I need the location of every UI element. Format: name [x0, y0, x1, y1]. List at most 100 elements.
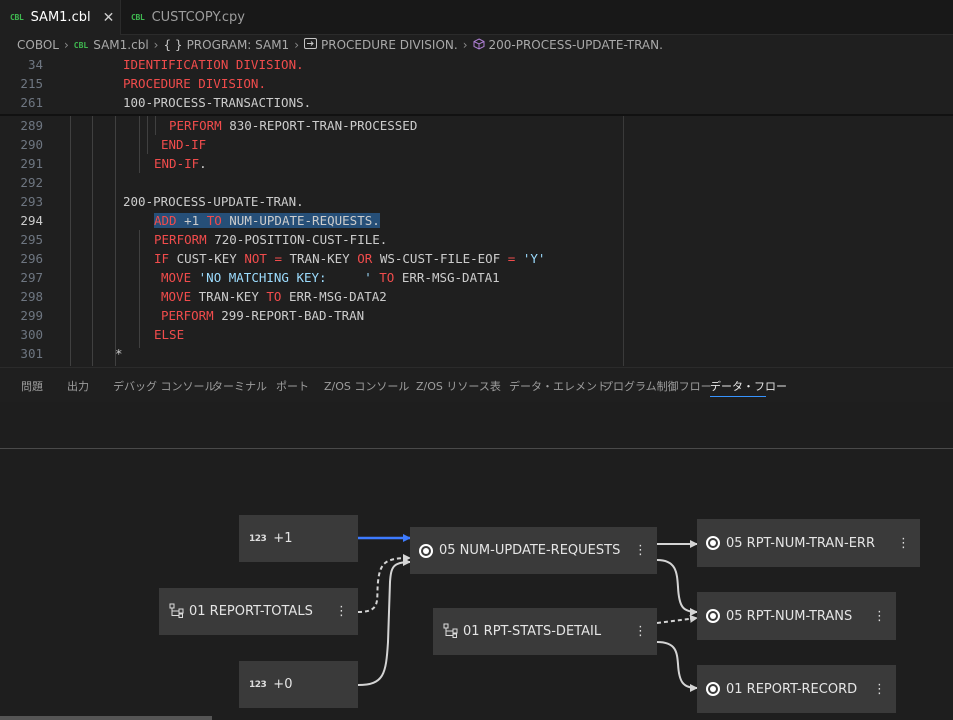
more-options-icon[interactable]: ⋮: [634, 543, 647, 558]
breadcrumb-file[interactable]: SAM1.cbl: [93, 38, 148, 52]
code-text: PERFORM 720-POSITION-CUST-FILE.: [154, 232, 388, 247]
code-editor[interactable]: 34 IDENTIFICATION DIVISION. 215 PROCEDUR…: [0, 55, 953, 367]
code-text: IF CUST-KEY NOT = TRAN-KEY OR WS-CUST-FI…: [154, 251, 546, 266]
close-icon[interactable]: ✕: [103, 10, 115, 26]
breadcrumb-division[interactable]: PROCEDURE DIVISION.: [321, 38, 458, 52]
data-flow-panel[interactable]: 123 +1 01 REPORT-TOTALS ⋮ 123 +0 05 NUM-…: [0, 402, 953, 720]
line-number: 299: [20, 308, 43, 323]
node-literal-plus1[interactable]: 123 +1: [239, 515, 358, 562]
panel-tab-ports[interactable]: ポート: [276, 378, 309, 394]
line-number: 292: [20, 175, 43, 190]
node-report-record[interactable]: 01 REPORT-RECORD ⋮: [697, 665, 896, 713]
braces-icon: { }: [163, 38, 183, 52]
more-options-icon[interactable]: ⋮: [897, 536, 910, 551]
code-line[interactable]: 297 MOVE 'NO MATCHING KEY: ' TO ERR-MSG-…: [0, 268, 953, 287]
division-icon: [304, 38, 318, 52]
edge-report-totals-to-num-update: [357, 554, 411, 613]
code-line[interactable]: 292: [0, 173, 953, 192]
panel-tab-data-flow[interactable]: データ・フロー: [710, 378, 787, 394]
node-rpt-num-tran-err[interactable]: 05 RPT-NUM-TRAN-ERR ⋮: [697, 519, 920, 567]
sticky-line[interactable]: 261 100-PROCESS-TRANSACTIONS.: [0, 93, 953, 112]
horizontal-scrollbar[interactable]: [0, 716, 212, 720]
field-circle-icon: [706, 682, 720, 696]
cobol-file-icon: CBL: [131, 13, 145, 22]
node-literal-plus0[interactable]: 123 +0: [239, 661, 358, 708]
code-line-current[interactable]: 294 ADD +1 TO NUM-UPDATE-REQUESTS.: [0, 211, 953, 230]
code-line[interactable]: 295 PERFORM 720-POSITION-CUST-FILE.: [0, 230, 953, 249]
node-label: +0: [273, 677, 293, 692]
panel-tab-zos-console[interactable]: Z/OS コンソール: [324, 378, 409, 394]
code-line[interactable]: 301 *: [0, 344, 953, 363]
more-options-icon[interactable]: ⋮: [634, 624, 647, 639]
panel-tab-program-control-flow[interactable]: プログラム制御フロー: [602, 378, 712, 394]
tab-custcopy-cpy[interactable]: CBL CUSTCOPY.cpy: [121, 0, 261, 35]
code-text: 200-PROCESS-UPDATE-TRAN.: [123, 194, 304, 209]
line-number: 296: [20, 251, 43, 266]
active-tab-indicator: [710, 396, 766, 397]
edge-stats-detail-to-num-trans: [656, 614, 698, 624]
node-label: 01 REPORT-RECORD: [726, 681, 858, 697]
line-number: 293: [20, 194, 43, 209]
code-text: PERFORM 830-REPORT-TRAN-PROCESSED: [169, 118, 418, 133]
node-label: 05 NUM-UPDATE-REQUESTS: [439, 543, 621, 558]
edge-plus0-to-num-update: [357, 558, 411, 686]
panel-tab-terminal[interactable]: ターミナル: [212, 378, 267, 394]
panel-tab-problems[interactable]: 問題: [21, 378, 43, 394]
code-text: ELSE: [154, 327, 185, 342]
node-label: 01 RPT-STATS-DETAIL: [463, 624, 602, 639]
edge-num-update-to-num-trans: [656, 559, 698, 616]
line-number: 300: [20, 327, 43, 342]
code-line[interactable]: 300 ELSE: [0, 325, 953, 344]
node-num-update-requests[interactable]: 05 NUM-UPDATE-REQUESTS ⋮: [410, 527, 657, 574]
more-options-icon[interactable]: ⋮: [335, 604, 348, 619]
code-text: IDENTIFICATION DIVISION.: [123, 57, 304, 72]
panel-tab-data-elements[interactable]: データ・エレメント: [509, 378, 608, 394]
line-number: 294: [20, 213, 43, 228]
chevron-right-icon: ›: [153, 38, 159, 52]
tab-label: SAM1.cbl: [30, 10, 91, 25]
code-text: END-IF: [161, 137, 207, 152]
node-rpt-stats-detail[interactable]: 01 RPT-STATS-DETAIL ⋮: [433, 608, 657, 655]
field-circle-icon: [706, 609, 720, 623]
sticky-line[interactable]: 34 IDENTIFICATION DIVISION.: [0, 55, 953, 74]
number-icon: 123: [249, 679, 267, 690]
code-text: END-IF.: [154, 156, 207, 171]
breadcrumb: COBOL › CBL SAM1.cbl › { } PROGRAM: SAM1…: [0, 35, 953, 55]
code-line[interactable]: 291 END-IF.: [0, 154, 953, 173]
cube-icon: [473, 37, 485, 53]
panel-tab-zos-resources[interactable]: Z/OS リソース表: [416, 378, 501, 394]
field-circle-icon: [706, 536, 720, 550]
breadcrumb-root[interactable]: COBOL: [17, 38, 59, 52]
panel-tab-debug-console[interactable]: デバッグ コンソール: [113, 378, 216, 394]
node-label: 01 REPORT-TOTALS: [189, 604, 313, 619]
sticky-line[interactable]: 215 PROCEDURE DIVISION.: [0, 74, 953, 93]
code-text: ADD +1 TO NUM-UPDATE-REQUESTS.: [154, 213, 380, 228]
code-text: MOVE 'NO MATCHING KEY: ' TO ERR-MSG-DATA…: [161, 270, 500, 285]
more-options-icon[interactable]: ⋮: [873, 609, 886, 624]
panel-tab-output[interactable]: 出力: [67, 378, 89, 394]
code-line[interactable]: 290 END-IF: [0, 135, 953, 154]
breadcrumb-section[interactable]: 200-PROCESS-UPDATE-TRAN.: [489, 38, 663, 52]
code-line[interactable]: 299 PERFORM 299-REPORT-BAD-TRAN: [0, 306, 953, 325]
line-number: 295: [20, 232, 43, 247]
node-rpt-num-trans[interactable]: 05 RPT-NUM-TRANS ⋮: [697, 592, 896, 640]
code-text: PROCEDURE DIVISION.: [123, 76, 266, 91]
node-label: 05 RPT-NUM-TRAN-ERR: [726, 535, 875, 551]
breadcrumb-program[interactable]: PROGRAM: SAM1: [187, 38, 290, 52]
code-line[interactable]: 298 MOVE TRAN-KEY TO ERR-MSG-DATA2: [0, 287, 953, 306]
code-line[interactable]: 293 200-PROCESS-UPDATE-TRAN.: [0, 192, 953, 211]
line-number: 291: [20, 156, 43, 171]
code-text: PERFORM 299-REPORT-BAD-TRAN: [161, 308, 365, 323]
structure-icon: [443, 623, 458, 641]
line-number: 289: [20, 118, 43, 133]
tab-sam1-cbl[interactable]: CBL SAM1.cbl ✕: [0, 0, 121, 35]
line-number: 261: [20, 95, 43, 110]
code-line[interactable]: 296 IF CUST-KEY NOT = TRAN-KEY OR WS-CUS…: [0, 249, 953, 268]
editor-tab-bar: CBL SAM1.cbl ✕ CBL CUSTCOPY.cpy: [0, 0, 953, 35]
node-report-totals[interactable]: 01 REPORT-TOTALS ⋮: [159, 588, 358, 635]
line-number: 215: [20, 76, 43, 91]
line-number: 301: [20, 346, 43, 361]
code-line[interactable]: 289 PERFORM 830-REPORT-TRAN-PROCESSED: [0, 116, 953, 135]
code-text: MOVE TRAN-KEY TO ERR-MSG-DATA2: [161, 289, 387, 304]
more-options-icon[interactable]: ⋮: [873, 682, 886, 697]
